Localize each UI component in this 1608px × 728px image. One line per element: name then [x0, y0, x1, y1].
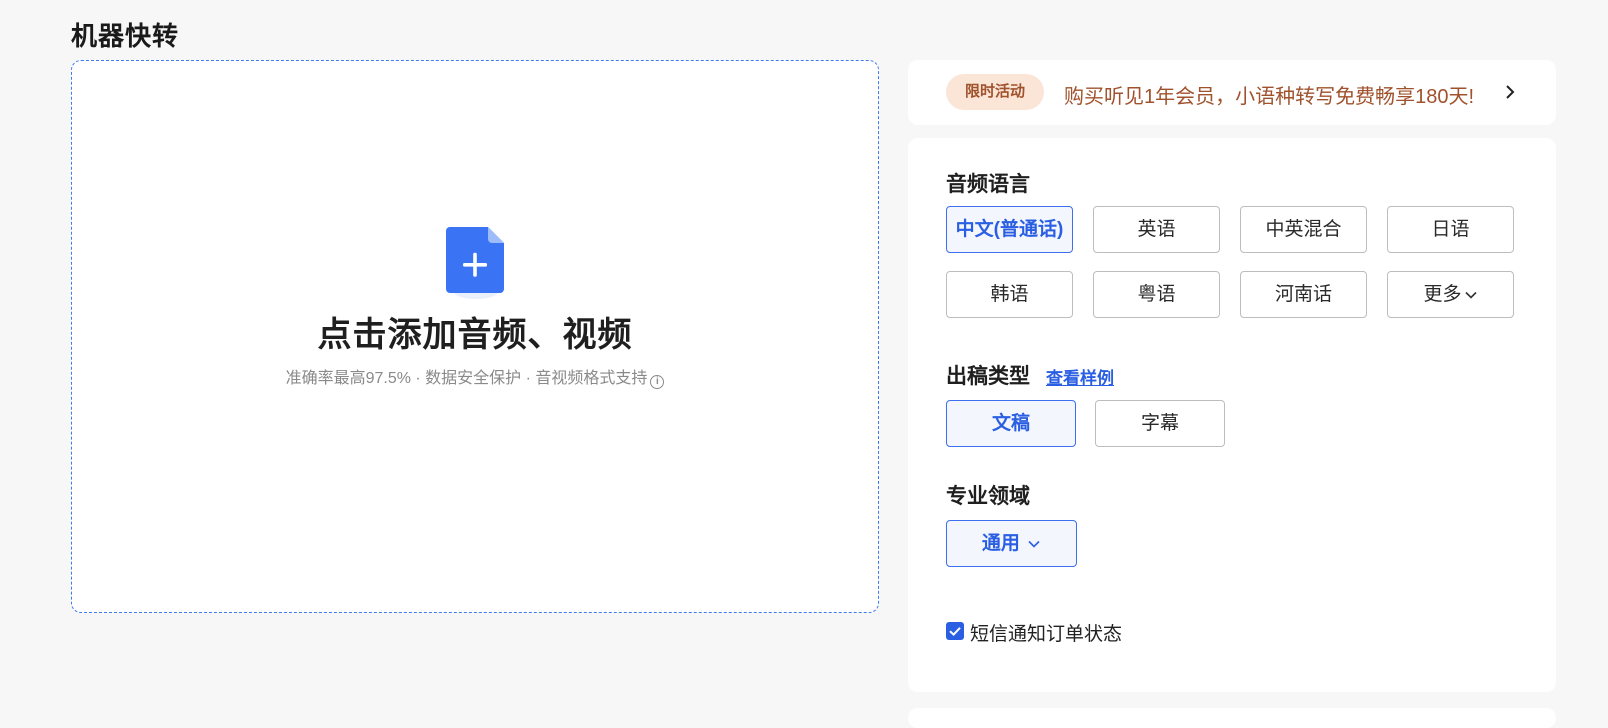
page-title: 机器快转 — [71, 21, 180, 51]
chevron-down-icon — [1464, 291, 1477, 299]
output-option-transcript[interactable]: 文稿 — [946, 400, 1076, 447]
promo-banner[interactable]: 限时活动 购买听见1年会员，小语种转写免费畅享180天! — [908, 60, 1556, 125]
language-label: 音频语言 — [946, 173, 1030, 196]
promo-badge: 限时活动 — [946, 74, 1044, 110]
upload-subtitle: 准确率最高97.5% · 数据安全保护 · 音视频格式支持 i — [72, 364, 878, 389]
language-option-english[interactable]: 英语 — [1093, 206, 1220, 253]
chevron-down-icon — [1028, 540, 1040, 548]
output-option-subtitle[interactable]: 字幕 — [1095, 400, 1225, 447]
upload-subtitle-text: 准确率最高97.5% · 数据安全保护 · 音视频格式支持 — [285, 370, 648, 387]
settings-panel: 音频语言 中文(普通话) 英语 中英混合 日语 韩语 粤语 河南话 更多 出稿类… — [908, 138, 1556, 692]
upload-title: 点击添加音频、视频 — [317, 316, 633, 354]
next-card — [908, 708, 1556, 728]
promo-text: 购买听见1年会员，小语种转写免费畅享180天! — [1064, 86, 1475, 108]
chevron-right-icon[interactable] — [1500, 82, 1520, 102]
output-type-label: 出稿类型 — [946, 365, 1030, 388]
file-add-icon — [446, 227, 504, 293]
view-sample-link[interactable]: 查看样例 — [1046, 364, 1114, 389]
domain-selected: 通用 — [981, 533, 1020, 554]
domain-label: 专业领域 — [946, 485, 1030, 508]
language-more-dropdown[interactable]: 更多 — [1387, 271, 1514, 318]
language-option-japanese[interactable]: 日语 — [1387, 206, 1514, 253]
domain-dropdown[interactable]: 通用 — [946, 520, 1077, 567]
checkmark-icon — [949, 627, 961, 637]
info-icon[interactable]: i — [650, 375, 665, 389]
language-more-label: 更多 — [1423, 284, 1462, 305]
upload-dropzone[interactable]: 点击添加音频、视频 准确率最高97.5% · 数据安全保护 · 音视频格式支持 i — [71, 60, 879, 613]
language-option-cantonese[interactable]: 粤语 — [1093, 271, 1220, 318]
language-option-mixed[interactable]: 中英混合 — [1240, 206, 1367, 253]
language-option-korean[interactable]: 韩语 — [946, 271, 1073, 318]
sms-checkbox-label[interactable]: 短信通知订单状态 — [970, 619, 1122, 646]
sms-checkbox[interactable] — [946, 622, 964, 640]
language-option-henan[interactable]: 河南话 — [1240, 271, 1367, 318]
language-option-mandarin[interactable]: 中文(普通话) — [946, 206, 1073, 253]
